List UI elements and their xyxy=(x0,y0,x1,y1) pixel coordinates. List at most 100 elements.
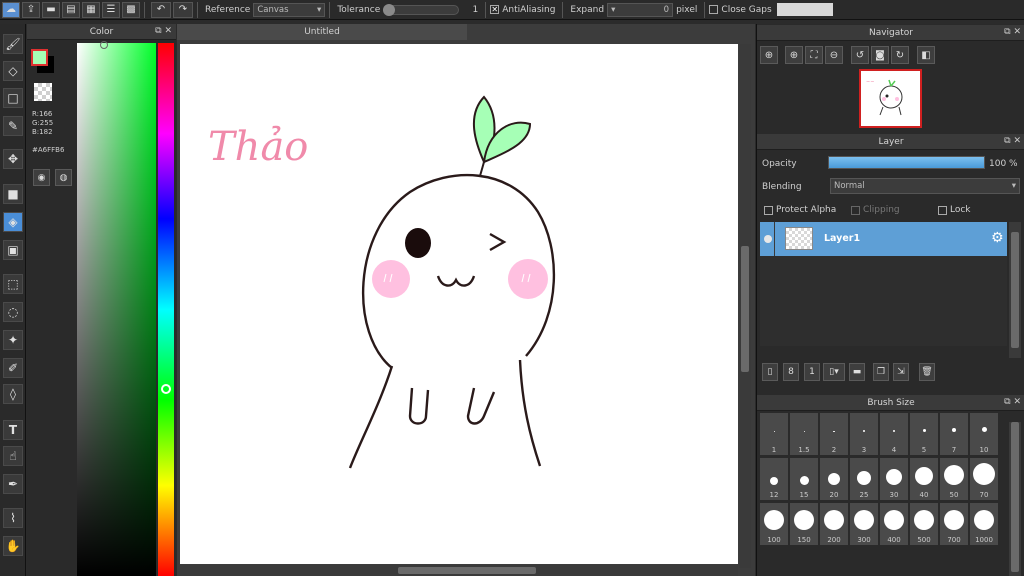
brush-size-option[interactable]: 12 xyxy=(760,458,788,500)
bucket-icon[interactable]: ◈ xyxy=(3,212,23,232)
navigator-thumbnail[interactable]: ~~ xyxy=(859,69,922,128)
zoom-plus-icon[interactable]: ⊕ xyxy=(785,46,803,64)
tolerance-slider[interactable] xyxy=(383,3,460,16)
trash-icon[interactable]: 🗑 xyxy=(919,363,935,381)
brush-size-option[interactable]: 500 xyxy=(910,503,938,545)
close-gaps-value[interactable] xyxy=(776,3,833,16)
app-menu-icon[interactable]: ☁ xyxy=(2,1,20,18)
rotate-right-icon[interactable]: ↻ xyxy=(891,46,909,64)
new-layer-8bit-icon[interactable]: 8 xyxy=(783,363,799,381)
select-finger-icon[interactable]: ☝ xyxy=(3,446,23,466)
brush-size-option[interactable]: 70 xyxy=(970,458,998,500)
lock-checkbox[interactable] xyxy=(938,205,947,215)
zoom-out-icon[interactable]: ⊖ xyxy=(825,46,843,64)
foreground-color-swatch[interactable] xyxy=(31,49,48,66)
brush-icon[interactable]: 🖌 xyxy=(3,34,23,54)
gradient-icon[interactable]: ▣ xyxy=(3,240,23,260)
brush-size-option[interactable]: 30 xyxy=(880,458,908,500)
canvas-vertical-scrollbar[interactable] xyxy=(739,44,751,568)
rotate-reset-icon[interactable]: ◙ xyxy=(871,46,889,64)
brush-size-option[interactable]: 1.5 xyxy=(790,413,818,455)
magic-wand-icon[interactable]: ✦ xyxy=(3,330,23,350)
expand-input[interactable]: ▾ 0 xyxy=(607,2,674,17)
list-item[interactable]: Layer1 ⚙ xyxy=(760,222,1007,256)
undo-icon[interactable]: ↶ xyxy=(151,1,171,18)
close-gaps-checkbox[interactable] xyxy=(709,5,719,14)
eyedropper-pen-icon[interactable]: ✒ xyxy=(3,474,23,494)
layer-visibility-icon[interactable] xyxy=(764,235,772,243)
document-icon[interactable]: ▦ xyxy=(82,1,100,18)
brush-scroll-thumb[interactable] xyxy=(1011,422,1019,572)
color-saturation-value-picker[interactable] xyxy=(77,43,156,576)
palette-edit-icon[interactable]: ◍ xyxy=(55,169,72,186)
square-fill-icon[interactable]: ■ xyxy=(3,184,23,204)
layer-scroll-thumb[interactable] xyxy=(1011,232,1019,348)
rotate-left-icon[interactable]: ↺ xyxy=(851,46,869,64)
eyedropper-icon[interactable]: ⌇ xyxy=(3,508,23,528)
palette-icon[interactable]: ◉ xyxy=(33,169,50,186)
canvas-horizontal-scrollbar[interactable] xyxy=(180,565,738,576)
new-layer-icon[interactable]: ▯ xyxy=(762,363,778,381)
panel-window-icons[interactable]: ⧉ ✕ xyxy=(155,26,172,36)
brush-size-option[interactable]: 10 xyxy=(970,413,998,455)
redo-icon[interactable]: ↷ xyxy=(173,1,193,18)
brush-size-option[interactable]: 200 xyxy=(820,503,848,545)
brush-size-option[interactable]: 7 xyxy=(940,413,968,455)
clipping-checkbox[interactable] xyxy=(851,205,860,215)
brush-size-option[interactable]: 4 xyxy=(880,413,908,455)
flip-icon[interactable]: ◧ xyxy=(917,46,935,64)
opacity-slider[interactable] xyxy=(828,156,985,169)
hue-slider-thumb[interactable] xyxy=(161,384,171,394)
panel-window-icons[interactable]: ⧉ ✕ xyxy=(1004,136,1021,146)
select-pen-icon[interactable]: ✐ xyxy=(3,358,23,378)
zoom-in-icon[interactable]: ⊕ xyxy=(760,46,778,64)
reference-select[interactable]: Canvas ▾ xyxy=(253,2,326,17)
brush-size-option[interactable]: 5 xyxy=(910,413,938,455)
select-eraser-icon[interactable]: ◊ xyxy=(3,384,23,404)
panel-window-icons[interactable]: ⧉ ✕ xyxy=(1004,27,1021,37)
merge-layer-icon[interactable]: ⇲ xyxy=(893,363,909,381)
folder-icon[interactable]: ▬ xyxy=(849,363,865,381)
antialiasing-checkbox[interactable]: ✕ xyxy=(490,5,500,14)
rectangle-icon[interactable]: □ xyxy=(3,88,23,108)
protect-alpha-option[interactable]: Protect Alpha xyxy=(764,205,836,215)
select-lasso-icon[interactable]: ◌ xyxy=(3,302,23,322)
select-rect-icon[interactable]: ⬚ xyxy=(3,274,23,294)
drawing-canvas[interactable]: Thảo xyxy=(180,44,738,564)
clipping-option[interactable]: Clipping xyxy=(851,205,900,215)
canvas-horizontal-scroll-thumb[interactable] xyxy=(398,567,536,574)
canvas-vertical-scroll-thumb[interactable] xyxy=(741,246,749,372)
brush-size-option[interactable]: 15 xyxy=(790,458,818,500)
brush-size-option[interactable]: 50 xyxy=(940,458,968,500)
lock-option[interactable]: Lock xyxy=(938,205,971,215)
tolerance-slider-thumb[interactable] xyxy=(383,3,396,16)
eraser-icon[interactable]: ◇ xyxy=(3,61,23,81)
blending-select[interactable]: Normal ▾ xyxy=(830,178,1020,194)
protect-alpha-checkbox[interactable] xyxy=(764,205,773,215)
sv-picker-cursor[interactable] xyxy=(100,41,108,49)
document-tab[interactable]: Untitled xyxy=(177,24,467,40)
gear-icon[interactable]: ⚙ xyxy=(991,230,1004,246)
grid-icon[interactable]: ▩ xyxy=(122,1,140,18)
add-layer-menu-icon[interactable]: ▯▾ xyxy=(823,363,845,381)
text-icon[interactable]: T xyxy=(3,420,23,440)
transparent-color-swatch[interactable] xyxy=(34,83,52,101)
brush-scrollbar[interactable] xyxy=(1009,422,1021,576)
comment-icon[interactable]: ▤ xyxy=(62,1,80,18)
pen-icon[interactable]: ✎ xyxy=(3,116,23,136)
move-icon[interactable]: ✥ xyxy=(3,149,23,169)
brush-size-option[interactable]: 300 xyxy=(850,503,878,545)
hue-slider[interactable] xyxy=(158,43,174,576)
brush-size-option[interactable]: 40 xyxy=(910,458,938,500)
hand-icon[interactable]: ✋ xyxy=(3,536,23,556)
brush-size-option[interactable]: 2 xyxy=(820,413,848,455)
brush-size-option[interactable]: 20 xyxy=(820,458,848,500)
chat-icon[interactable]: ▬ xyxy=(42,1,60,18)
new-layer-1bit-icon[interactable]: 1 xyxy=(804,363,820,381)
panel-window-icons[interactable]: ⧉ ✕ xyxy=(1004,397,1021,407)
duplicate-layer-icon[interactable]: ❐ xyxy=(873,363,889,381)
brush-size-option[interactable]: 400 xyxy=(880,503,908,545)
brush-size-option[interactable]: 25 xyxy=(850,458,878,500)
checklist-icon[interactable]: ☰ xyxy=(102,1,120,18)
layer-scrollbar[interactable] xyxy=(1009,222,1021,358)
